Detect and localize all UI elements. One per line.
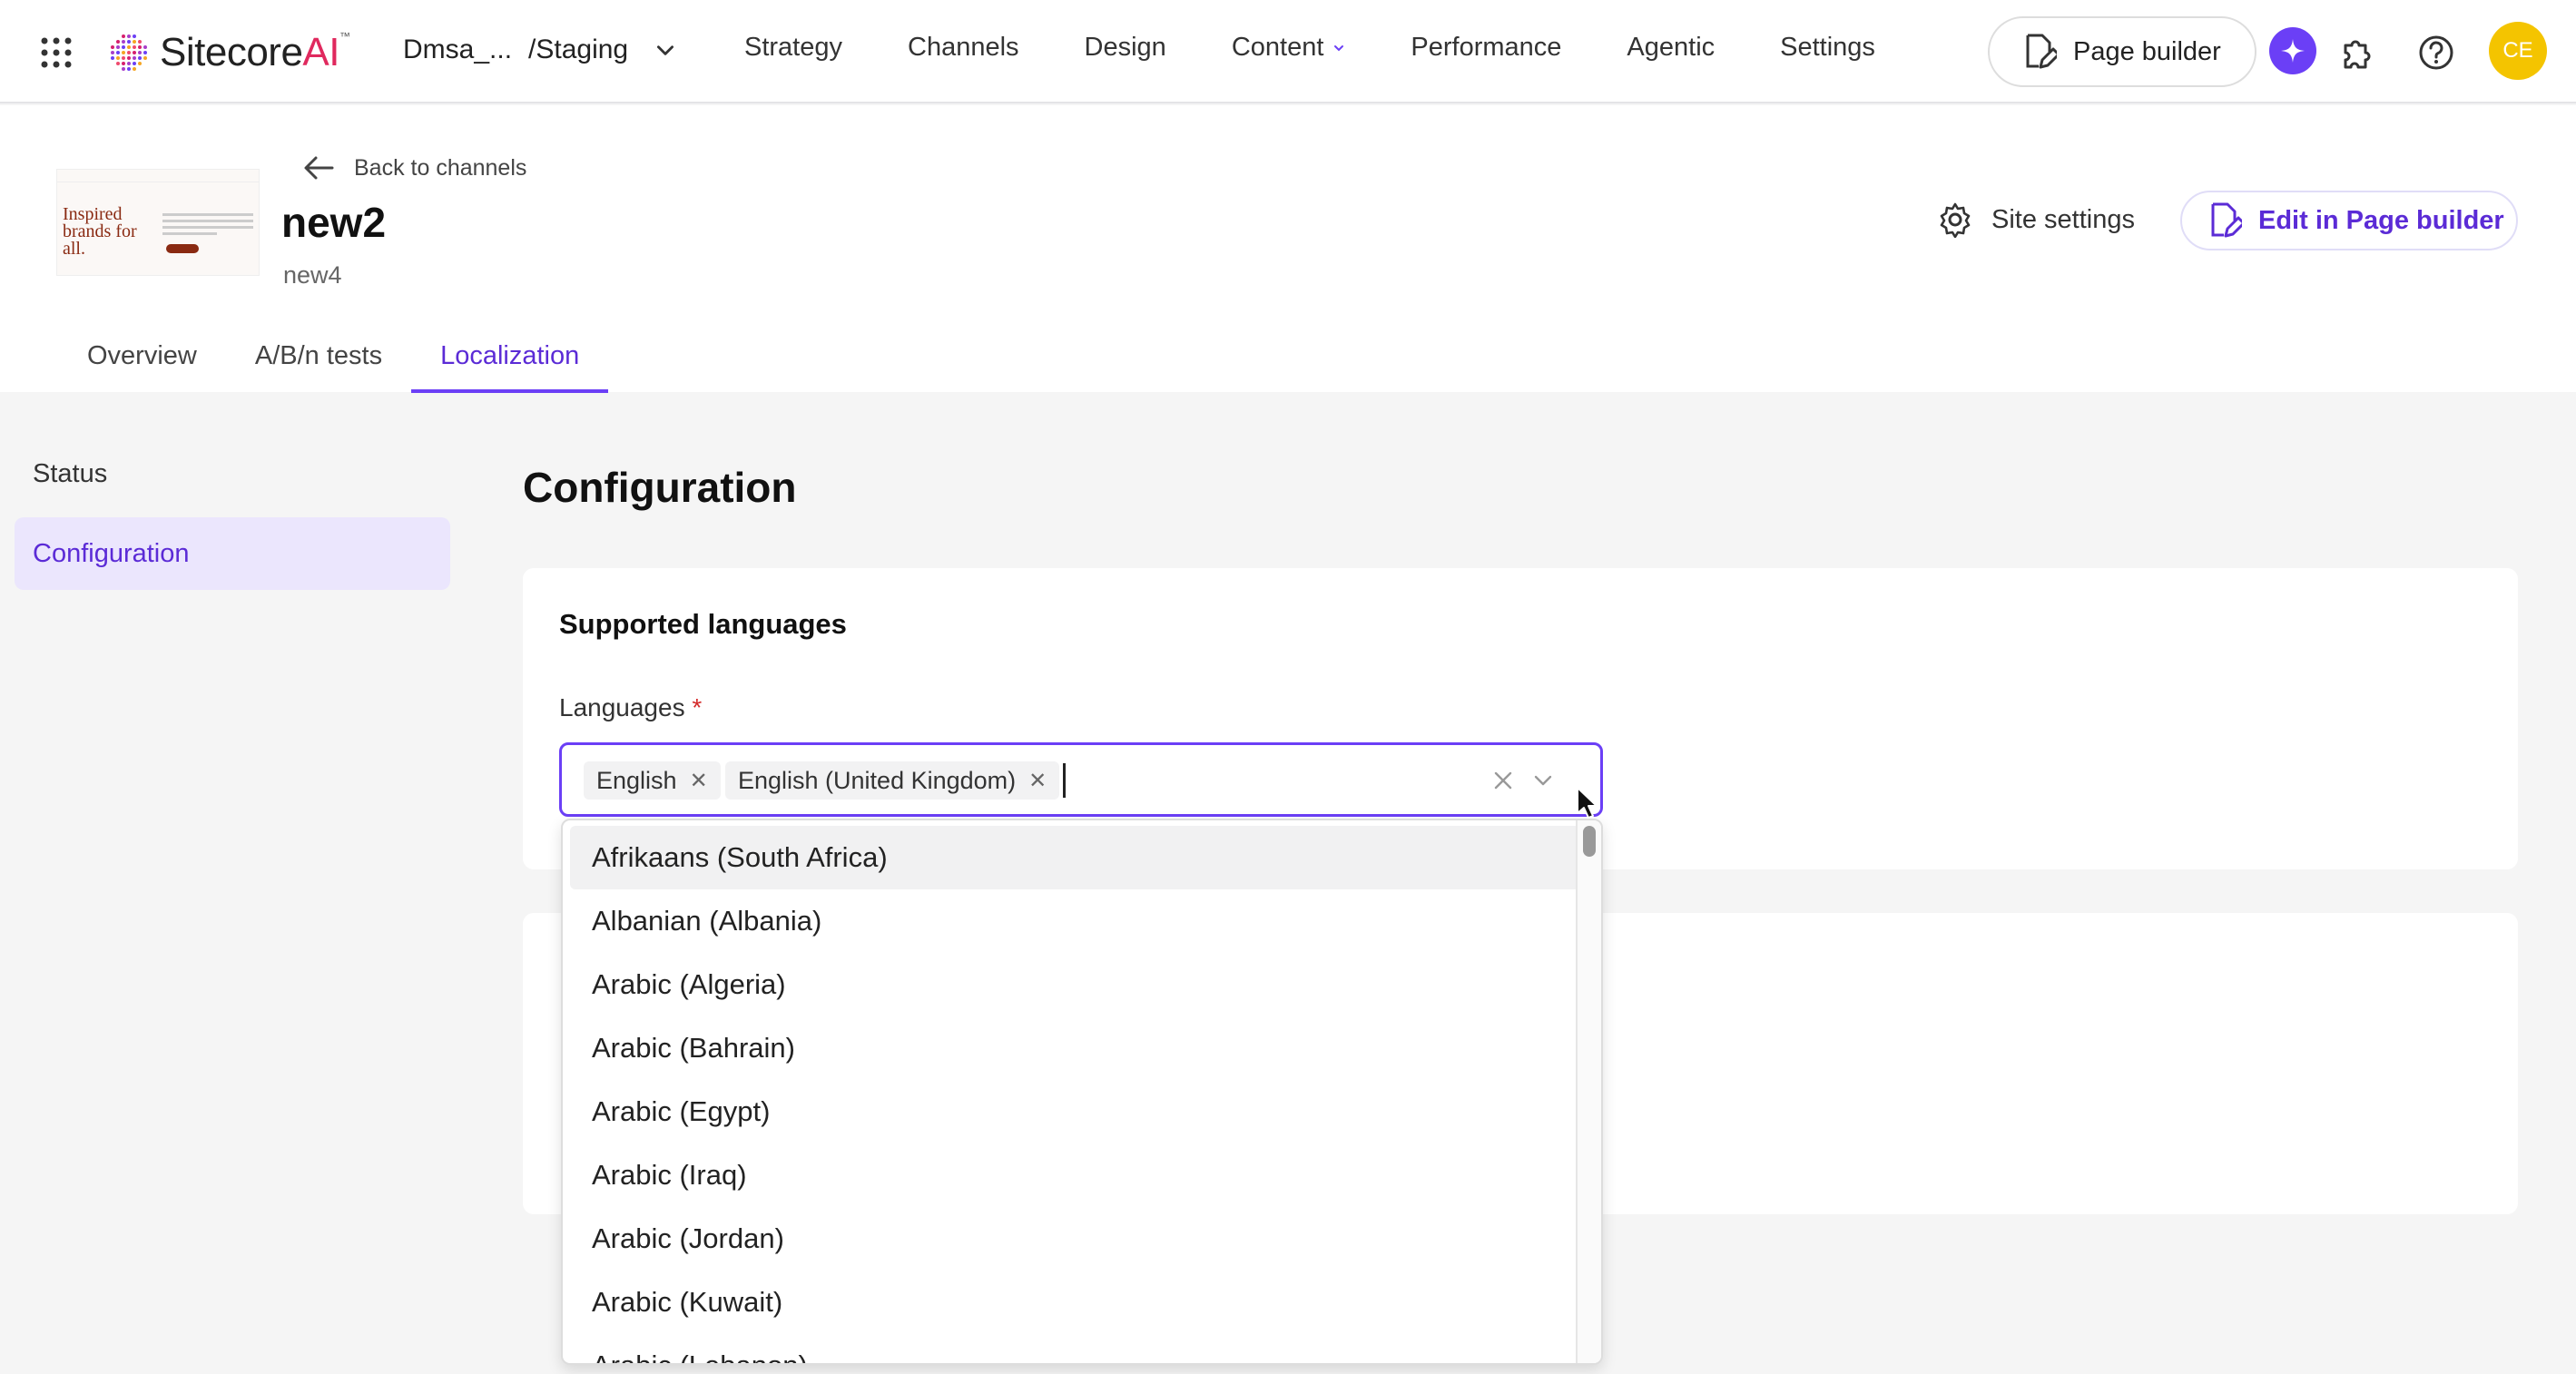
remove-chip-icon[interactable]: ✕ xyxy=(690,768,708,794)
environment-stage: /Staging xyxy=(528,34,629,64)
site-subtitle: new4 xyxy=(283,261,342,289)
main-nav: Strategy Channels Design Content Perform… xyxy=(744,33,1941,63)
language-chip-english-uk: English (United Kingdom) ✕ xyxy=(725,761,1060,800)
options-list: Afrikaans (South Africa) Albanian (Alban… xyxy=(563,820,1601,1363)
sitecore-mark-icon xyxy=(111,34,147,71)
clear-icon[interactable] xyxy=(1490,767,1517,794)
thumbnail-headline: Inspired brands for all. xyxy=(63,204,137,259)
language-option[interactable]: Albanian (Albania) xyxy=(570,889,1581,953)
languages-multiselect[interactable]: English ✕ English (United Kingdom) ✕ xyxy=(559,742,1603,817)
language-option[interactable]: Arabic (Bahrain) xyxy=(570,1016,1581,1080)
scrollbar-thumb[interactable] xyxy=(1583,826,1596,857)
gear-icon xyxy=(1940,202,1971,238)
page-builder-label: Page builder xyxy=(2073,36,2221,66)
tab-localization[interactable]: Localization xyxy=(411,341,609,393)
help-icon[interactable] xyxy=(2416,33,2456,73)
sidebar-item-status[interactable]: Status xyxy=(15,437,450,510)
language-option[interactable]: Afrikaans (South Africa) xyxy=(570,826,1581,889)
nav-content-label: Content xyxy=(1231,33,1324,62)
chevron-down-icon xyxy=(657,45,674,55)
nav-content[interactable]: Content xyxy=(1232,33,1346,63)
sparkle-icon xyxy=(2281,39,2305,63)
nav-performance[interactable]: Performance xyxy=(1411,33,1561,63)
logo-text: SitecoreAI™ xyxy=(160,30,350,74)
chevron-down-icon[interactable] xyxy=(1529,767,1557,794)
text-caret xyxy=(1063,763,1066,798)
required-mark: * xyxy=(692,693,703,721)
sidebar-item-configuration[interactable]: Configuration xyxy=(15,517,450,590)
nav-agentic[interactable]: Agentic xyxy=(1627,33,1715,63)
languages-label: Languages * xyxy=(559,693,702,722)
edit-in-page-builder-button[interactable]: Edit in Page builder xyxy=(2180,191,2518,250)
nav-channels[interactable]: Channels xyxy=(908,33,1019,63)
card-title: Supported languages xyxy=(559,608,847,640)
nav-settings[interactable]: Settings xyxy=(1780,33,1875,63)
nav-strategy[interactable]: Strategy xyxy=(744,33,842,63)
site-settings-button[interactable]: Site settings xyxy=(1937,201,2135,238)
dropdown-scrollbar[interactable] xyxy=(1576,820,1601,1363)
edit-in-page-builder-label: Edit in Page builder xyxy=(2258,205,2504,235)
page-edit-icon xyxy=(2026,34,2057,69)
back-link-label: Back to channels xyxy=(354,154,527,181)
language-option[interactable]: Arabic (Lebanon) xyxy=(570,1334,1581,1363)
apps-grid-icon[interactable] xyxy=(40,36,73,69)
environment-selector[interactable]: Dmsa_... /Staging xyxy=(403,34,677,65)
ai-assistant-button[interactable] xyxy=(2269,27,2316,74)
site-thumbnail: Inspired brands for all. xyxy=(56,169,260,276)
page-builder-button[interactable]: Page builder xyxy=(1988,16,2256,87)
arrow-left-icon xyxy=(304,156,334,180)
sitecore-logo[interactable]: SitecoreAI™ xyxy=(107,27,350,78)
puzzle-icon[interactable] xyxy=(2336,33,2376,73)
tab-overview[interactable]: Overview xyxy=(87,341,197,392)
languages-dropdown-list: Afrikaans (South Africa) Albanian (Alban… xyxy=(561,819,1603,1365)
chevron-down-icon xyxy=(1334,44,1344,51)
environment-name: Dmsa_... xyxy=(403,34,513,64)
language-chip-english: English ✕ xyxy=(584,761,721,800)
page-title: Configuration xyxy=(523,464,797,511)
site-title: new2 xyxy=(281,199,387,246)
language-option[interactable]: Arabic (Algeria) xyxy=(570,953,1581,1016)
top-bar: SitecoreAI™ Dmsa_... /Staging Strategy C… xyxy=(0,0,2576,103)
language-option[interactable]: Arabic (Jordan) xyxy=(570,1207,1581,1271)
languages-label-text: Languages xyxy=(559,693,685,721)
back-to-channels-link[interactable]: Back to channels xyxy=(303,154,526,182)
remove-chip-icon[interactable]: ✕ xyxy=(1028,768,1047,794)
site-settings-label: Site settings xyxy=(1991,204,2135,234)
language-option[interactable]: Arabic (Kuwait) xyxy=(570,1271,1581,1334)
chip-label: English (United Kingdom) xyxy=(738,766,1017,794)
tab-ab-tests[interactable]: A/B/n tests xyxy=(255,341,382,392)
site-tabs: Overview A/B/n tests Localization xyxy=(87,341,637,393)
nav-design[interactable]: Design xyxy=(1085,33,1166,63)
avatar[interactable]: CE xyxy=(2489,22,2547,80)
language-option[interactable]: Arabic (Egypt) xyxy=(570,1080,1581,1143)
page-edit-icon xyxy=(2211,202,2242,238)
mouse-pointer-icon xyxy=(1577,787,1598,819)
language-option[interactable]: Arabic (Iraq) xyxy=(570,1143,1581,1207)
chip-label: English xyxy=(596,766,677,794)
